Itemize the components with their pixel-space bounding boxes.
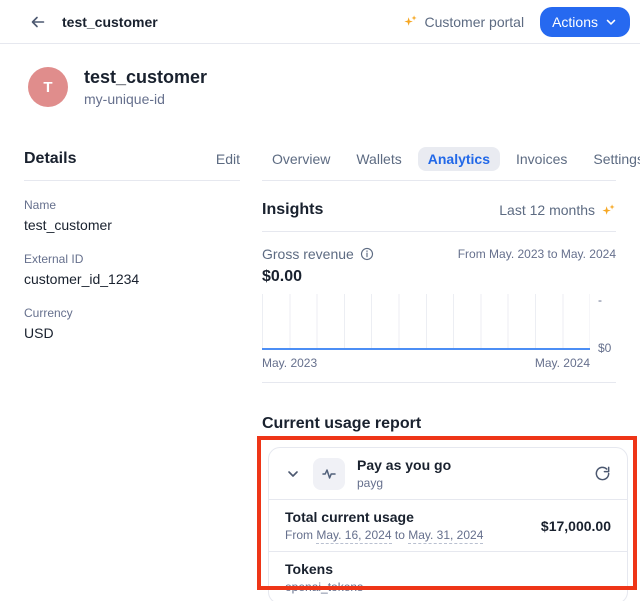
- gross-revenue-value: $0.00: [262, 268, 616, 286]
- edit-details-button[interactable]: Edit: [216, 151, 240, 167]
- top-bar: test_customer Customer portal Actions: [0, 0, 640, 44]
- customer-header: T test_customer my-unique-id: [0, 44, 640, 108]
- period-date-to[interactable]: May. 31, 2024: [408, 528, 483, 544]
- sparkle-icon: [403, 14, 418, 29]
- x-axis-right-label: May. 2024: [535, 356, 590, 370]
- details-title: Details: [24, 150, 76, 168]
- y-axis-top-tick: -: [598, 294, 602, 306]
- actions-button-label: Actions: [552, 14, 598, 30]
- tab-overview[interactable]: Overview: [262, 147, 340, 171]
- field-label: Currency: [24, 305, 240, 321]
- usage-report-title: Current usage report: [262, 415, 616, 433]
- detail-field-external-id: External ID customer_id_1234: [24, 251, 240, 289]
- sparkle-icon: [601, 203, 616, 218]
- info-icon[interactable]: [360, 247, 374, 261]
- period-from-word: From: [285, 528, 313, 542]
- details-panel: Details Edit Name test_customer External…: [24, 146, 240, 601]
- chart-zero-line: [262, 348, 590, 350]
- tab-analytics[interactable]: Analytics: [418, 147, 500, 171]
- chart-plot-area: [262, 294, 590, 350]
- divider: [262, 382, 616, 383]
- gross-revenue-label: Gross revenue: [262, 246, 354, 262]
- page-title: test_customer: [62, 14, 158, 30]
- customer-unique-id: my-unique-id: [84, 90, 207, 108]
- refresh-button[interactable]: [594, 465, 611, 482]
- actions-button[interactable]: Actions: [540, 7, 630, 37]
- back-button[interactable]: [24, 8, 52, 36]
- field-value: test_customer: [24, 215, 240, 235]
- divider: [262, 231, 616, 232]
- customer-portal-label: Customer portal: [424, 14, 524, 30]
- usage-item-name: Tokens: [285, 560, 363, 578]
- plan-name: Pay as you go: [357, 456, 451, 474]
- total-usage-period: From May. 16, 2024 to May. 31, 2024: [285, 527, 483, 543]
- total-usage-row: Total current usage From May. 16, 2024 t…: [269, 499, 627, 551]
- field-label: External ID: [24, 251, 240, 267]
- arrow-left-icon: [30, 14, 46, 30]
- tab-settings[interactable]: Settings: [583, 147, 640, 171]
- tab-invoices[interactable]: Invoices: [506, 147, 577, 171]
- usage-item-code: openai_tokens: [285, 579, 363, 595]
- collapse-toggle[interactable]: [285, 466, 301, 482]
- detail-field-currency: Currency USD: [24, 305, 240, 343]
- divider: [262, 180, 616, 181]
- customer-portal-link[interactable]: Customer portal: [403, 14, 524, 30]
- chevron-down-icon: [604, 15, 618, 29]
- refresh-icon: [594, 465, 611, 482]
- period-to-word: to: [395, 528, 405, 542]
- period-selector[interactable]: Last 12 months: [499, 202, 616, 218]
- period-label: Last 12 months: [499, 202, 595, 218]
- usage-report-card: Pay as you go payg: [268, 447, 628, 601]
- chart-date-range: From May. 2023 to May. 2024: [458, 247, 616, 261]
- field-value: USD: [24, 323, 240, 343]
- usage-item-row: Tokens openai_tokens: [269, 551, 627, 601]
- total-usage-label: Total current usage: [285, 508, 483, 526]
- field-label: Name: [24, 197, 240, 213]
- chevron-down-icon: [285, 466, 301, 482]
- gross-revenue-chart: - $0: [262, 294, 616, 350]
- period-date-from[interactable]: May. 16, 2024: [316, 528, 391, 544]
- avatar: T: [28, 67, 68, 107]
- field-value: customer_id_1234: [24, 269, 240, 289]
- divider: [24, 180, 240, 181]
- tab-bar: Overview Wallets Analytics Invoices Sett…: [262, 146, 616, 172]
- detail-field-name: Name test_customer: [24, 197, 240, 235]
- pulse-icon: [313, 458, 345, 490]
- tab-wallets[interactable]: Wallets: [346, 147, 411, 171]
- y-axis-zero-tick: $0: [598, 342, 611, 354]
- plan-header-row: Pay as you go payg: [269, 448, 627, 499]
- total-usage-amount: $17,000.00: [541, 518, 611, 534]
- customer-name: test_customer: [84, 66, 207, 88]
- insights-title: Insights: [262, 201, 323, 219]
- plan-code: payg: [357, 475, 451, 491]
- x-axis-left-label: May. 2023: [262, 356, 317, 370]
